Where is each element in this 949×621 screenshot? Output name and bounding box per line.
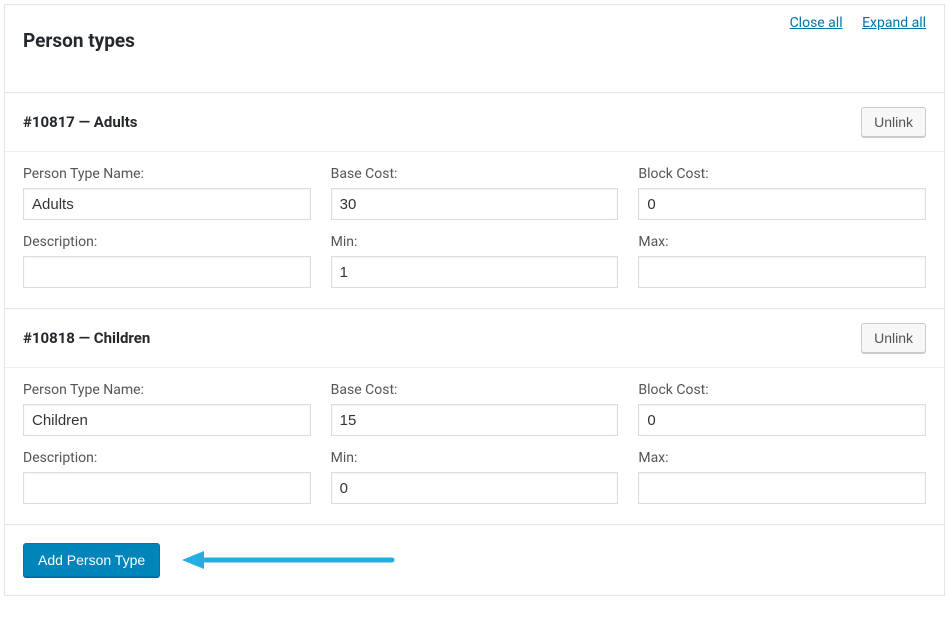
label-person-type-name: Person Type Name: — [23, 166, 311, 182]
person-type-title: #10817 — Adults — [23, 113, 137, 131]
unlink-button[interactable]: Unlink — [861, 323, 926, 353]
field-min: Min: — [331, 450, 619, 504]
person-type-body: Person Type Name: Base Cost: Block Cost:… — [5, 368, 944, 524]
field-description: Description: — [23, 234, 311, 288]
field-block-cost: Block Cost: — [638, 166, 926, 220]
arrow-left-icon — [182, 548, 402, 572]
label-max: Max: — [638, 450, 926, 466]
panel-title: Person types — [23, 29, 926, 52]
panel-footer: Add Person Type — [5, 524, 944, 595]
unlink-button[interactable]: Unlink — [861, 107, 926, 137]
min-input[interactable] — [331, 256, 619, 288]
label-block-cost: Block Cost: — [638, 382, 926, 398]
label-block-cost: Block Cost: — [638, 166, 926, 182]
base-cost-input[interactable] — [331, 404, 619, 436]
field-row: Description: Min: Max: — [23, 450, 926, 504]
add-person-type-button[interactable]: Add Person Type — [23, 543, 160, 577]
description-input[interactable] — [23, 256, 311, 288]
label-description: Description: — [23, 234, 311, 250]
field-max: Max: — [638, 450, 926, 504]
person-types-panel: Close all Expand all Person types #10817… — [4, 4, 945, 596]
field-row: Description: Min: Max: — [23, 234, 926, 288]
label-base-cost: Base Cost: — [331, 382, 619, 398]
field-base-cost: Base Cost: — [331, 382, 619, 436]
field-description: Description: — [23, 450, 311, 504]
field-person-type-name: Person Type Name: — [23, 382, 311, 436]
person-type-block: #10818 — Children Unlink Person Type Nam… — [5, 308, 944, 524]
base-cost-input[interactable] — [331, 188, 619, 220]
field-row: Person Type Name: Base Cost: Block Cost: — [23, 382, 926, 436]
min-input[interactable] — [331, 472, 619, 504]
person-type-header: #10817 — Adults Unlink — [5, 93, 944, 152]
field-block-cost: Block Cost: — [638, 382, 926, 436]
person-type-body: Person Type Name: Base Cost: Block Cost:… — [5, 152, 944, 308]
panel-header: Close all Expand all Person types — [5, 5, 944, 92]
person-type-block: #10817 — Adults Unlink Person Type Name:… — [5, 92, 944, 308]
label-min: Min: — [331, 450, 619, 466]
expand-all-link[interactable]: Expand all — [862, 15, 926, 31]
label-base-cost: Base Cost: — [331, 166, 619, 182]
field-row: Person Type Name: Base Cost: Block Cost: — [23, 166, 926, 220]
close-all-link[interactable]: Close all — [790, 15, 843, 31]
max-input[interactable] — [638, 256, 926, 288]
block-cost-input[interactable] — [638, 188, 926, 220]
description-input[interactable] — [23, 472, 311, 504]
label-min: Min: — [331, 234, 619, 250]
field-max: Max: — [638, 234, 926, 288]
field-min: Min: — [331, 234, 619, 288]
person-type-name-input[interactable] — [23, 188, 311, 220]
person-type-header: #10818 — Children Unlink — [5, 309, 944, 368]
person-type-title: #10818 — Children — [23, 329, 150, 347]
block-cost-input[interactable] — [638, 404, 926, 436]
field-base-cost: Base Cost: — [331, 166, 619, 220]
field-person-type-name: Person Type Name: — [23, 166, 311, 220]
max-input[interactable] — [638, 472, 926, 504]
label-person-type-name: Person Type Name: — [23, 382, 311, 398]
label-max: Max: — [638, 234, 926, 250]
person-type-name-input[interactable] — [23, 404, 311, 436]
label-description: Description: — [23, 450, 311, 466]
header-links: Close all Expand all — [774, 15, 926, 31]
